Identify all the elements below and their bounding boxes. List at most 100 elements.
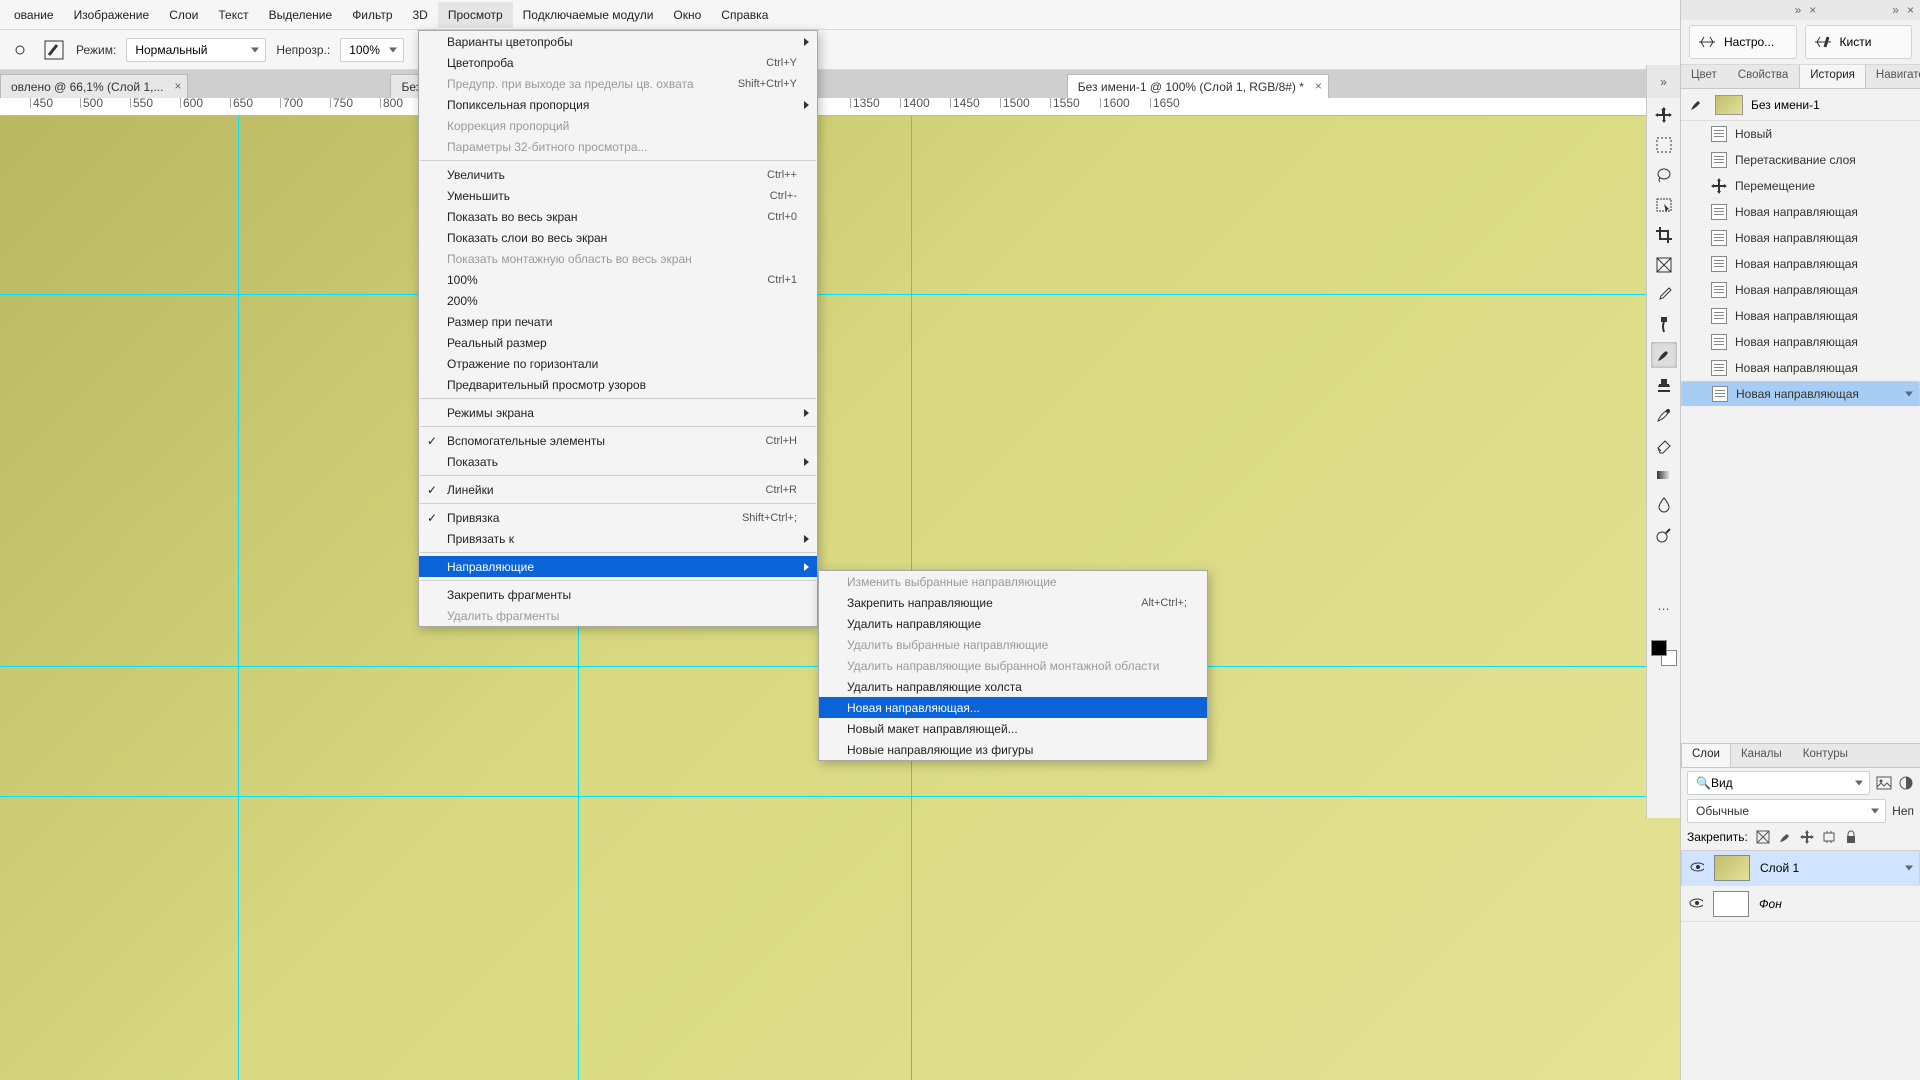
history-document-row[interactable]: Без имени-1 [1681, 89, 1920, 121]
menu-row[interactable]: Попиксельная пропорция [419, 94, 817, 115]
submenu-row[interactable]: Новый макет направляющей... [819, 718, 1207, 739]
document-tab[interactable]: Без имени-1 @ 100% (Слой 1, RGB/8#) *× [1067, 74, 1329, 98]
history-item[interactable]: Перетаскивание слоя [1681, 147, 1920, 173]
lasso-tool-icon[interactable] [1651, 162, 1677, 188]
submenu-row[interactable]: Удалить направляющие [819, 613, 1207, 634]
visibility-icon[interactable] [1689, 897, 1703, 911]
menu-item[interactable]: Изображение [64, 2, 160, 28]
submenu-row[interactable]: Новая направляющая... [819, 697, 1207, 718]
close-icon[interactable]: × [174, 79, 181, 93]
menu-row[interactable]: Направляющие [419, 556, 817, 577]
panel-tab-navigator[interactable]: Навигатор [1866, 65, 1920, 88]
submenu-row[interactable]: Удалить направляющие холста [819, 676, 1207, 697]
history-item[interactable]: Новая направляющая [1681, 303, 1920, 329]
eraser-tool-icon[interactable] [1651, 432, 1677, 458]
menu-item[interactable]: Окно [663, 2, 711, 28]
opacity-select[interactable]: 100% [340, 38, 404, 62]
panel-tab-channels[interactable]: Каналы [1731, 744, 1793, 767]
brushes-panel-button[interactable]: Кисти [1805, 25, 1913, 59]
history-item[interactable]: Новый [1681, 121, 1920, 147]
history-item[interactable]: Новая направляющая [1681, 381, 1920, 407]
menu-row[interactable]: ✓ЛинейкиCtrl+R [419, 479, 817, 500]
menu-row[interactable]: Показать во весь экранCtrl+0 [419, 206, 817, 227]
menu-item[interactable]: Текст [208, 2, 258, 28]
menu-row[interactable]: Реальный размер [419, 332, 817, 353]
menu-row[interactable]: Размер при печати [419, 311, 817, 332]
healing-brush-icon[interactable] [1651, 312, 1677, 338]
marquee-tool-icon[interactable] [1651, 132, 1677, 158]
blend-mode-select[interactable]: Нормальный [126, 38, 266, 62]
layer-name[interactable]: Слой 1 [1760, 861, 1799, 875]
menu-item[interactable]: 3D [403, 2, 438, 28]
menu-row[interactable]: ✓ПривязкаShift+Ctrl+; [419, 507, 817, 528]
filter-adjust-icon[interactable] [1898, 776, 1914, 790]
history-item[interactable]: Новая направляющая [1681, 225, 1920, 251]
dodge-tool-icon[interactable] [1651, 522, 1677, 548]
layer-filter-select[interactable]: 🔍 Вид [1687, 771, 1870, 795]
panel-tab-layers[interactable]: Слои [1681, 744, 1731, 767]
move-tool-icon[interactable] [1651, 102, 1677, 128]
history-item[interactable]: Новая направляющая [1681, 199, 1920, 225]
menu-item[interactable]: Подключаемые модули [513, 2, 664, 28]
blur-tool-icon[interactable] [1651, 492, 1677, 518]
tool-preset-icon[interactable] [8, 38, 32, 62]
panel-tab-properties[interactable]: Свойства [1728, 65, 1800, 88]
menu-row[interactable]: 200% [419, 290, 817, 311]
lock-position-icon[interactable] [1800, 830, 1814, 844]
collapse-icon[interactable]: » [1795, 3, 1802, 17]
collapse-icon[interactable]: » [1892, 3, 1899, 17]
menu-row[interactable]: Варианты цветопробы [419, 31, 817, 52]
menu-row[interactable]: Предварительный просмотр узоров [419, 374, 817, 395]
layer-name[interactable]: Фон [1759, 897, 1782, 911]
settings-panel-button[interactable]: Настро... [1689, 25, 1797, 59]
submenu-row[interactable]: Новые направляющие из фигуры [819, 739, 1207, 760]
crop-tool-icon[interactable] [1651, 222, 1677, 248]
layer-row[interactable]: Фон [1681, 886, 1920, 922]
menu-item[interactable]: ование [4, 2, 64, 28]
menu-row[interactable]: ✓Вспомогательные элементыCtrl+H [419, 430, 817, 451]
menu-item-view[interactable]: Просмотр [438, 2, 513, 28]
menu-row[interactable]: Показать [419, 451, 817, 472]
panel-tab-color[interactable]: Цвет [1681, 65, 1728, 88]
lock-artboard-icon[interactable] [1822, 830, 1836, 844]
gradient-tool-icon[interactable] [1651, 462, 1677, 488]
brush-tool-icon[interactable] [1651, 342, 1677, 368]
eyedropper-icon[interactable] [1651, 282, 1677, 308]
history-brush-icon[interactable] [1651, 402, 1677, 428]
menu-row[interactable]: Режимы экрана [419, 402, 817, 423]
submenu-row[interactable]: Закрепить направляющиеAlt+Ctrl+; [819, 592, 1207, 613]
menu-item[interactable]: Фильтр [342, 2, 402, 28]
menu-row[interactable]: 100%Ctrl+1 [419, 269, 817, 290]
panel-tab-paths[interactable]: Контуры [1793, 744, 1859, 767]
frame-tool-icon[interactable] [1651, 252, 1677, 278]
menu-row[interactable]: ЦветопробаCtrl+Y [419, 52, 817, 73]
stamp-tool-icon[interactable] [1651, 372, 1677, 398]
close-icon[interactable]: × [1907, 3, 1914, 17]
menu-item[interactable]: Справка [711, 2, 778, 28]
more-tools-icon[interactable]: ⋯ [1651, 596, 1677, 622]
history-item[interactable]: Новая направляющая [1681, 277, 1920, 303]
brush-preview-icon[interactable] [42, 38, 66, 62]
history-item[interactable]: Новая направляющая [1681, 251, 1920, 277]
close-icon[interactable]: × [1809, 3, 1816, 17]
menu-row[interactable]: УвеличитьCtrl++ [419, 164, 817, 185]
object-select-icon[interactable] [1651, 192, 1677, 218]
document-tab[interactable]: овлено @ 66,1% (Слой 1,...× [0, 74, 188, 98]
layer-row[interactable]: Слой 1 [1681, 850, 1920, 886]
lock-all-icon[interactable] [1844, 830, 1858, 844]
history-item[interactable]: Новая направляющая [1681, 329, 1920, 355]
menu-item[interactable]: Выделение [259, 2, 343, 28]
lock-brush-icon[interactable] [1778, 830, 1792, 844]
filter-image-icon[interactable] [1876, 776, 1892, 790]
guide-horizontal[interactable] [0, 294, 1920, 295]
menu-item[interactable]: Слои [159, 2, 208, 28]
menu-row[interactable]: Отражение по горизонтали [419, 353, 817, 374]
horizontal-ruler[interactable]: 4505005506006507007508008509001350140014… [0, 98, 1920, 116]
menu-row[interactable]: Закрепить фрагменты [419, 584, 817, 605]
lock-pixels-icon[interactable] [1756, 830, 1770, 844]
visibility-icon[interactable] [1690, 861, 1704, 875]
history-item[interactable]: Перемещение [1681, 173, 1920, 199]
guide-horizontal[interactable] [0, 796, 1920, 797]
menu-row[interactable]: Привязать к [419, 528, 817, 549]
color-swatches-icon[interactable] [1651, 640, 1677, 666]
